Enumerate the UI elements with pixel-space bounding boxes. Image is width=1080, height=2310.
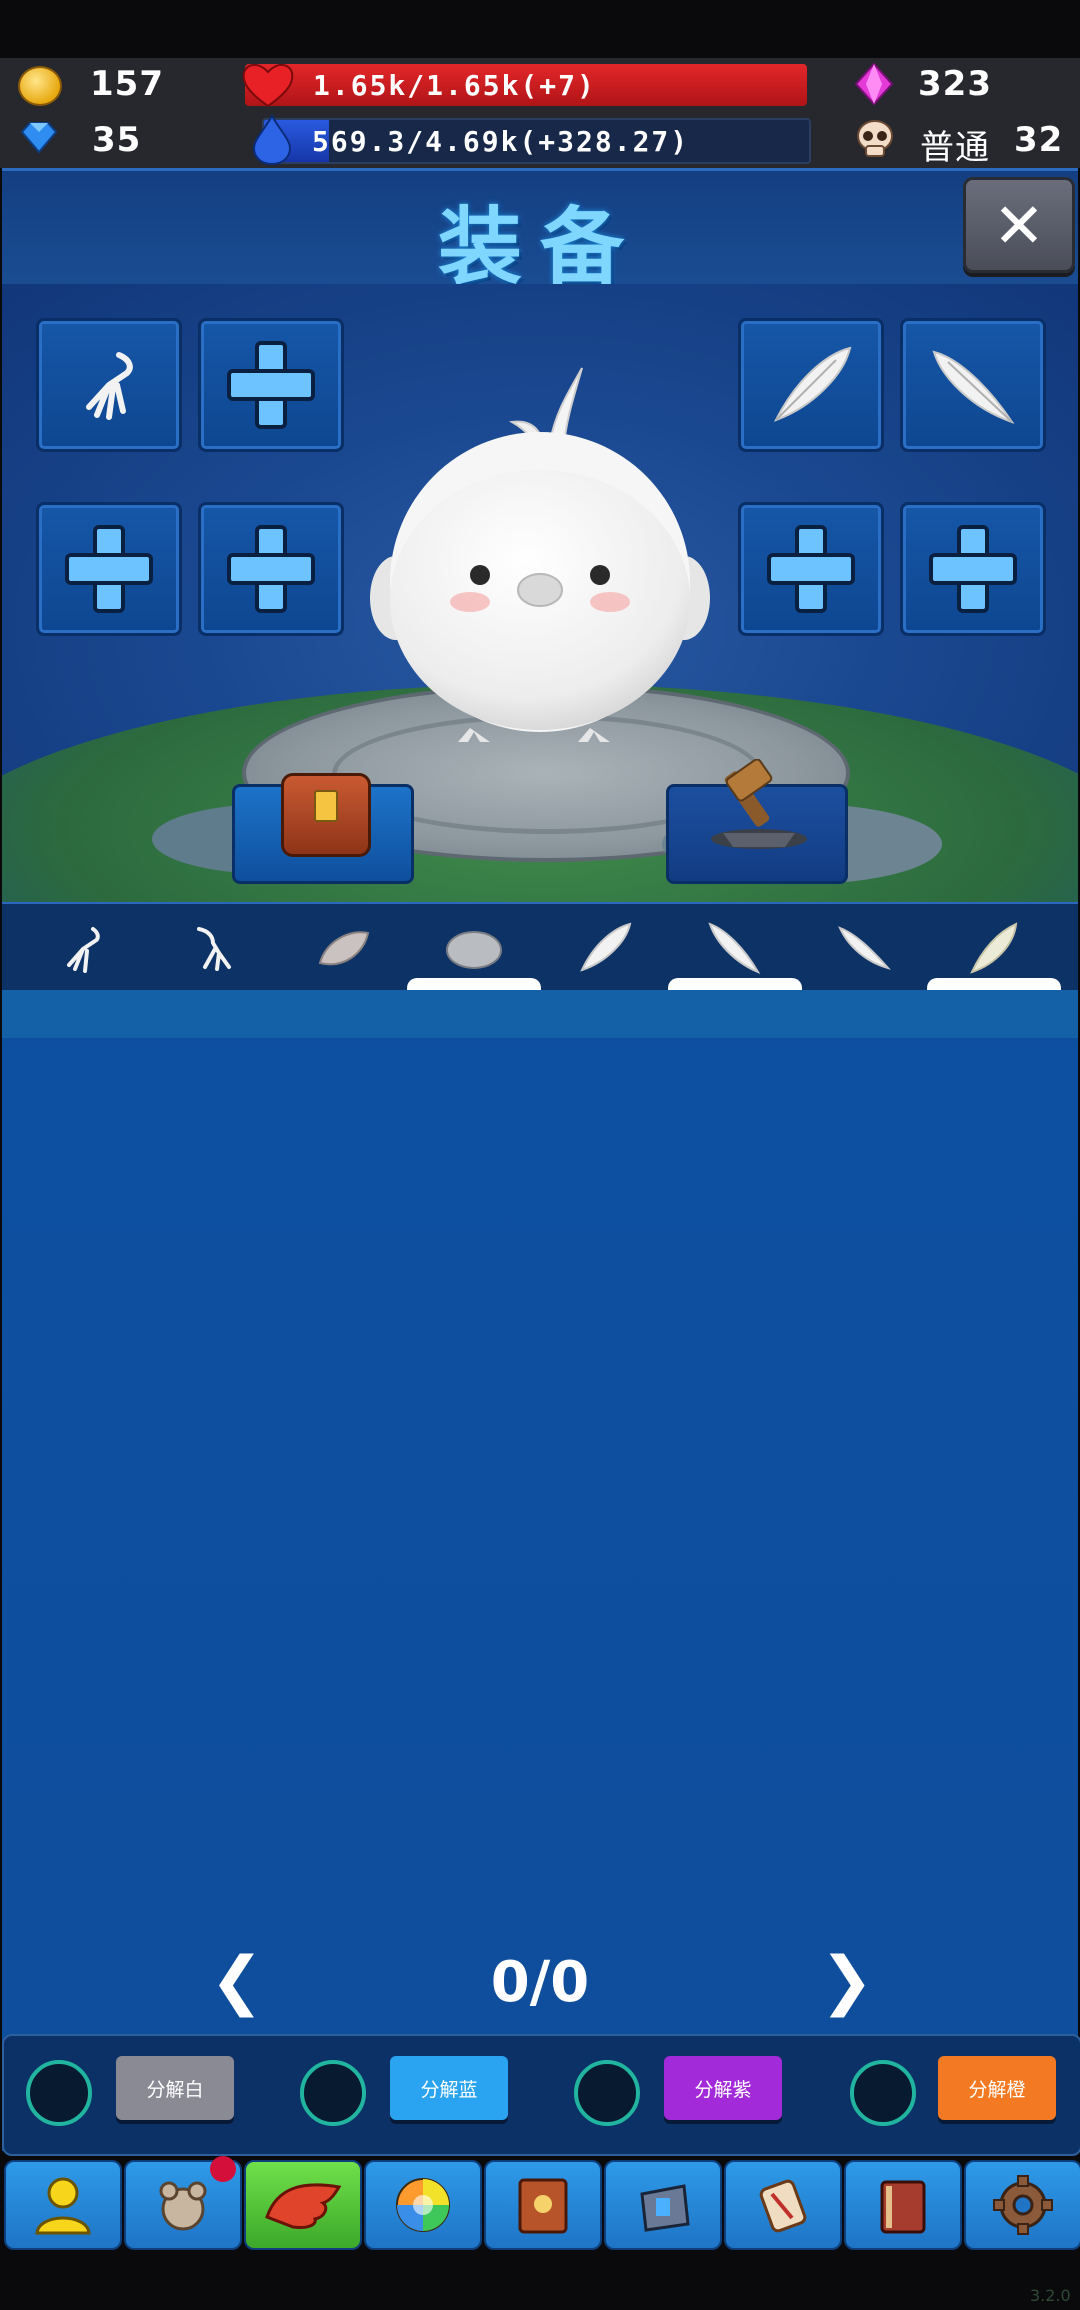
difficulty-mode: 普通 — [920, 128, 990, 168]
bag-icon — [640, 2184, 690, 2232]
strip-claw-2[interactable] — [184, 920, 244, 976]
notification-dot — [210, 2156, 236, 2182]
page-title: 装备 — [437, 197, 642, 296]
nav-wing-button[interactable] — [244, 2160, 362, 2250]
orb-icon — [396, 2178, 450, 2232]
decompose-purple-toggle[interactable] — [574, 2060, 640, 2126]
backpack-button[interactable] — [232, 773, 414, 884]
strip-claw-1[interactable] — [54, 920, 114, 976]
decompose-blue-toggle[interactable] — [300, 2060, 366, 2126]
inventory-header — [2, 990, 1078, 1038]
strip-feather-3[interactable] — [704, 920, 764, 976]
hp-text: 1.65k/1.65k(+7) — [313, 68, 596, 102]
nav-tome-button[interactable] — [844, 2160, 962, 2250]
gem-count: 323 — [918, 64, 992, 104]
backpack-icon — [281, 773, 371, 857]
strip-feather-2[interactable] — [574, 920, 634, 976]
feather-icon — [932, 350, 1015, 424]
strip-stone[interactable] — [444, 920, 504, 976]
stone-icon — [446, 931, 502, 969]
plus-icon — [65, 525, 153, 613]
equip-slot-right-1[interactable] — [738, 318, 884, 452]
forge-button[interactable] — [666, 759, 848, 884]
nav-bag-button[interactable] — [604, 2160, 722, 2250]
feather-icon — [773, 346, 852, 422]
nav-orb-button[interactable] — [364, 2160, 482, 2250]
strip-selected-marker — [668, 978, 802, 990]
gold-coin-icon — [18, 66, 62, 106]
prev-page-button[interactable]: ❮ — [210, 1944, 264, 2018]
equip-slot-right-2[interactable] — [900, 318, 1046, 452]
feather-icon — [838, 926, 891, 970]
profile-icon — [35, 2177, 91, 2235]
plus-icon — [929, 525, 1017, 613]
close-button[interactable]: ✕ — [963, 177, 1075, 273]
hp-bar: 1.65k/1.65k(+7) — [245, 64, 807, 106]
gear-icon — [993, 2175, 1053, 2235]
decompose-purple-button[interactable]: 分解紫 — [664, 2056, 782, 2120]
page-indicator: 0/0 — [490, 1950, 590, 2015]
scroll-icon — [759, 2179, 807, 2233]
decompose-orange-button[interactable]: 分解橙 — [938, 2056, 1056, 2120]
plus-icon — [767, 525, 855, 613]
inventory-filter-strip — [2, 902, 1078, 992]
plus-icon — [227, 341, 315, 429]
nav-settings-button[interactable] — [964, 2160, 1080, 2250]
diamond-icon — [20, 120, 58, 154]
strip-selected-marker — [927, 978, 1061, 990]
decompose-orange-toggle[interactable] — [850, 2060, 916, 2126]
player-chick-character — [360, 350, 720, 750]
decompose-white-button[interactable]: 分解白 — [116, 2056, 234, 2120]
feather-icon — [580, 922, 632, 972]
tome-icon — [880, 2180, 926, 2234]
gem-icon — [854, 62, 894, 106]
equip-slot-right-4[interactable] — [900, 502, 1046, 636]
feather-icon — [708, 922, 761, 975]
water-drop-icon — [250, 113, 294, 166]
nav-profile-button[interactable] — [4, 2160, 122, 2250]
inventory-grid — [2, 1038, 1078, 1938]
nav-pet-button[interactable] — [124, 2156, 242, 2250]
equip-slot-left-2[interactable] — [198, 318, 344, 452]
next-page-button[interactable]: ❯ — [820, 1944, 874, 2018]
equip-slot-left-4[interactable] — [198, 502, 344, 636]
equip-slot-left-3[interactable] — [36, 502, 182, 636]
equip-slot-left-1[interactable] — [36, 318, 182, 452]
claw-icon — [86, 352, 133, 420]
mana-text: 569.3/4.69k(+328.27) — [312, 124, 690, 158]
claw-icon — [197, 927, 231, 971]
feather-icon — [318, 931, 370, 966]
equip-slot-right-3[interactable] — [738, 502, 884, 636]
nav-book-button[interactable] — [484, 2160, 602, 2250]
forge-hammer-icon — [711, 759, 807, 849]
gold-count: 157 — [90, 64, 164, 104]
plus-icon — [227, 525, 315, 613]
close-icon: ✕ — [993, 188, 1045, 262]
strip-feather-5[interactable] — [964, 920, 1024, 976]
version-label: 3.2.0 — [1030, 2286, 1071, 2305]
stage-level: 32 — [1014, 120, 1064, 160]
decompose-white-toggle[interactable] — [26, 2060, 92, 2126]
mana-bar: 569.3/4.69k(+328.27) — [262, 118, 811, 164]
strip-feather-4[interactable] — [834, 920, 894, 976]
nav-scroll-button[interactable] — [724, 2160, 842, 2250]
heart-icon — [240, 60, 296, 110]
skull-icon — [854, 118, 896, 160]
claw-icon — [67, 927, 100, 973]
book-icon — [518, 2178, 568, 2234]
pet-icon — [159, 2181, 207, 2231]
diamond-count: 35 — [92, 120, 142, 160]
feather-icon — [970, 922, 1018, 974]
decompose-blue-button[interactable]: 分解蓝 — [390, 2056, 508, 2120]
strip-feather-1[interactable] — [314, 920, 374, 976]
strip-selected-marker — [407, 978, 541, 990]
wing-icon — [265, 2183, 342, 2229]
